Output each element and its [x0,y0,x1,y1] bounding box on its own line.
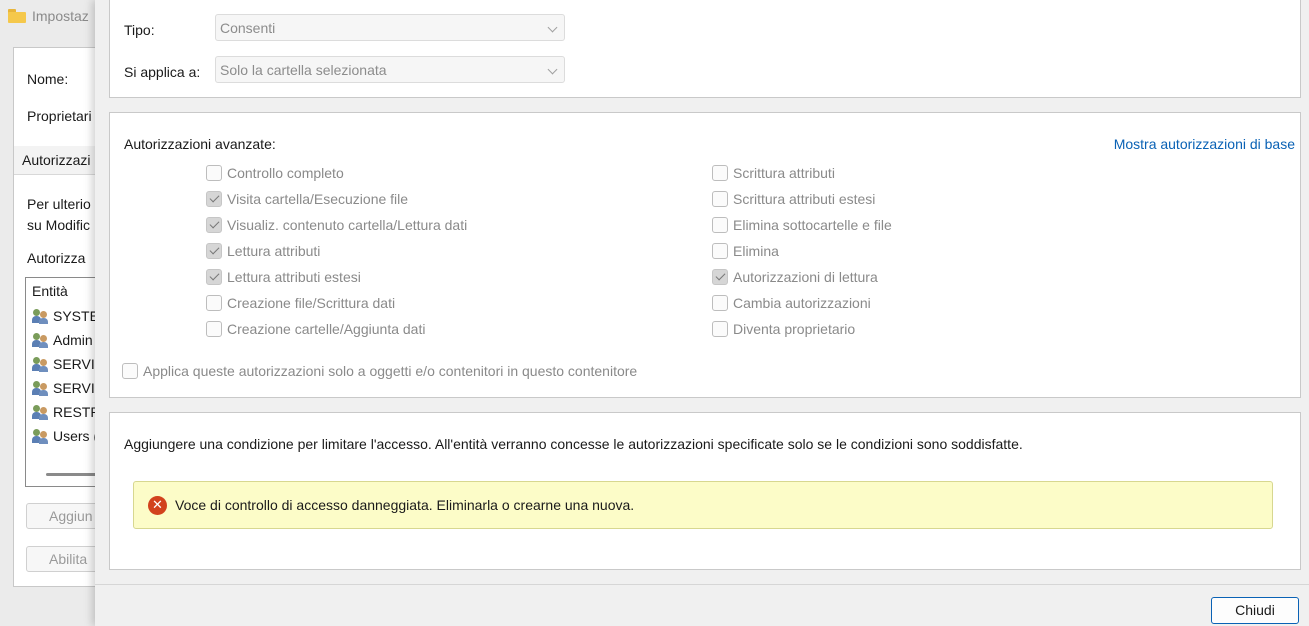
checkbox[interactable] [712,295,728,311]
permission-label: Visita cartella/Esecuzione file [227,191,409,207]
permission-take-ownership[interactable]: Diventa proprietario [712,321,855,337]
condition-description: Aggiungere una condizione per limitare l… [124,436,1023,452]
permission-create-folders[interactable]: Creazione cartelle/Aggiunta dati [206,321,425,337]
users-icon [32,308,49,324]
show-basic-permissions-link[interactable]: Mostra autorizzazioni di base [1114,136,1295,152]
permission-label: Visualiz. contenuto cartella/Lettura dat… [227,217,468,233]
type-section: Tipo: Consenti Si applica a: Solo la car… [109,0,1301,98]
permission-label: Elimina [733,243,779,259]
permission-delete[interactable]: Elimina [712,243,779,259]
background-window-title: Impostaz [8,8,89,24]
permission-create-files[interactable]: Creazione file/Scrittura dati [206,295,395,311]
permission-label: Elimina sottocartelle e file [733,217,892,233]
permission-read-attributes[interactable]: Lettura attributi [206,243,320,259]
permission-write-attributes[interactable]: Scrittura attributi [712,165,835,181]
checkbox[interactable] [206,295,222,311]
permission-entry-dialog: Tipo: Consenti Si applica a: Solo la car… [95,0,1309,626]
permission-label: Diventa proprietario [733,321,856,337]
checkbox[interactable] [122,363,138,379]
checkbox[interactable] [712,217,728,233]
users-icon [32,428,49,444]
condition-section: Aggiungere una condizione per limitare l… [109,412,1301,570]
folder-icon [8,9,26,23]
permission-label: Lettura attributi [227,243,321,259]
advanced-permissions-section: Autorizzazioni avanzate: Mostra autorizz… [109,112,1301,398]
permission-label: Lettura attributi estesi [227,269,361,285]
warning-text: Voce di controllo di accesso danneggiata… [175,497,635,513]
permission-read-permissions[interactable]: Autorizzazioni di lettura [712,269,878,285]
close-button[interactable]: Chiudi [1211,597,1299,624]
permission-label: Controllo completo [227,165,344,181]
permission-list-folder[interactable]: Visualiz. contenuto cartella/Lettura dat… [206,217,467,233]
background-title-text: Impostaz [32,8,89,24]
users-icon [32,332,49,348]
apply-only-to-container-option[interactable]: Applica queste autorizzazioni solo a ogg… [122,363,637,379]
checkbox[interactable] [206,217,222,233]
permission-write-extended-attributes[interactable]: Scrittura attributi estesi [712,191,875,207]
permission-label: Creazione file/Scrittura dati [227,295,396,311]
permission-read-extended-attributes[interactable]: Lettura attributi estesi [206,269,361,285]
checkbox[interactable] [206,165,222,181]
permission-label: Cambia autorizzazioni [733,295,871,311]
list-item-label: Users ( [53,428,99,444]
users-icon [32,356,49,372]
chevron-down-icon [547,22,558,33]
checkbox[interactable] [206,243,222,259]
permission-traverse-folder[interactable]: Visita cartella/Esecuzione file [206,191,408,207]
permission-change-permissions[interactable]: Cambia autorizzazioni [712,295,871,311]
permission-label: Autorizzazioni di lettura [733,269,878,285]
permission-label: Scrittura attributi estesi [733,191,876,207]
chevron-down-icon [547,64,558,75]
info-text-line1: Per ulterio [27,196,91,212]
applies-to-select-value: Solo la cartella selezionata [220,62,387,78]
apply-only-label: Applica queste autorizzazioni solo a ogg… [143,363,638,379]
checkbox[interactable] [712,321,728,337]
permission-delete-subfolders[interactable]: Elimina sottocartelle e file [712,217,892,233]
checkbox[interactable] [712,165,728,181]
type-select-value: Consenti [220,20,276,36]
checkbox[interactable] [712,243,728,259]
name-label: Nome: [27,71,69,87]
checkbox[interactable] [712,269,728,285]
checkbox[interactable] [206,269,222,285]
info-text-line2: su Modific [27,217,91,233]
error-icon: ✕ [148,495,167,515]
advanced-permissions-title: Autorizzazioni avanzate: [124,136,276,152]
permissions-label: Autorizza [27,250,86,266]
warning-banner: ✕ Voce di controllo di accesso danneggia… [133,481,1273,529]
list-item-label: Admin [53,332,93,348]
permission-label: Creazione cartelle/Aggiunta dati [227,321,426,337]
permission-label: Scrittura attributi [733,165,835,181]
footer-divider [95,584,1309,585]
checkbox[interactable] [712,191,728,207]
users-icon [32,404,49,420]
applies-to-select[interactable]: Solo la cartella selezionata [215,56,565,83]
owner-label: Proprietari [27,108,92,124]
checkbox[interactable] [206,321,222,337]
type-label: Tipo: [124,22,155,38]
list-item-label: RESTR [53,404,101,420]
users-icon [32,380,49,396]
applies-to-label: Si applica a: [124,64,201,80]
checkbox[interactable] [206,191,222,207]
permission-full-control[interactable]: Controllo completo [206,165,344,181]
type-select[interactable]: Consenti [215,14,565,41]
